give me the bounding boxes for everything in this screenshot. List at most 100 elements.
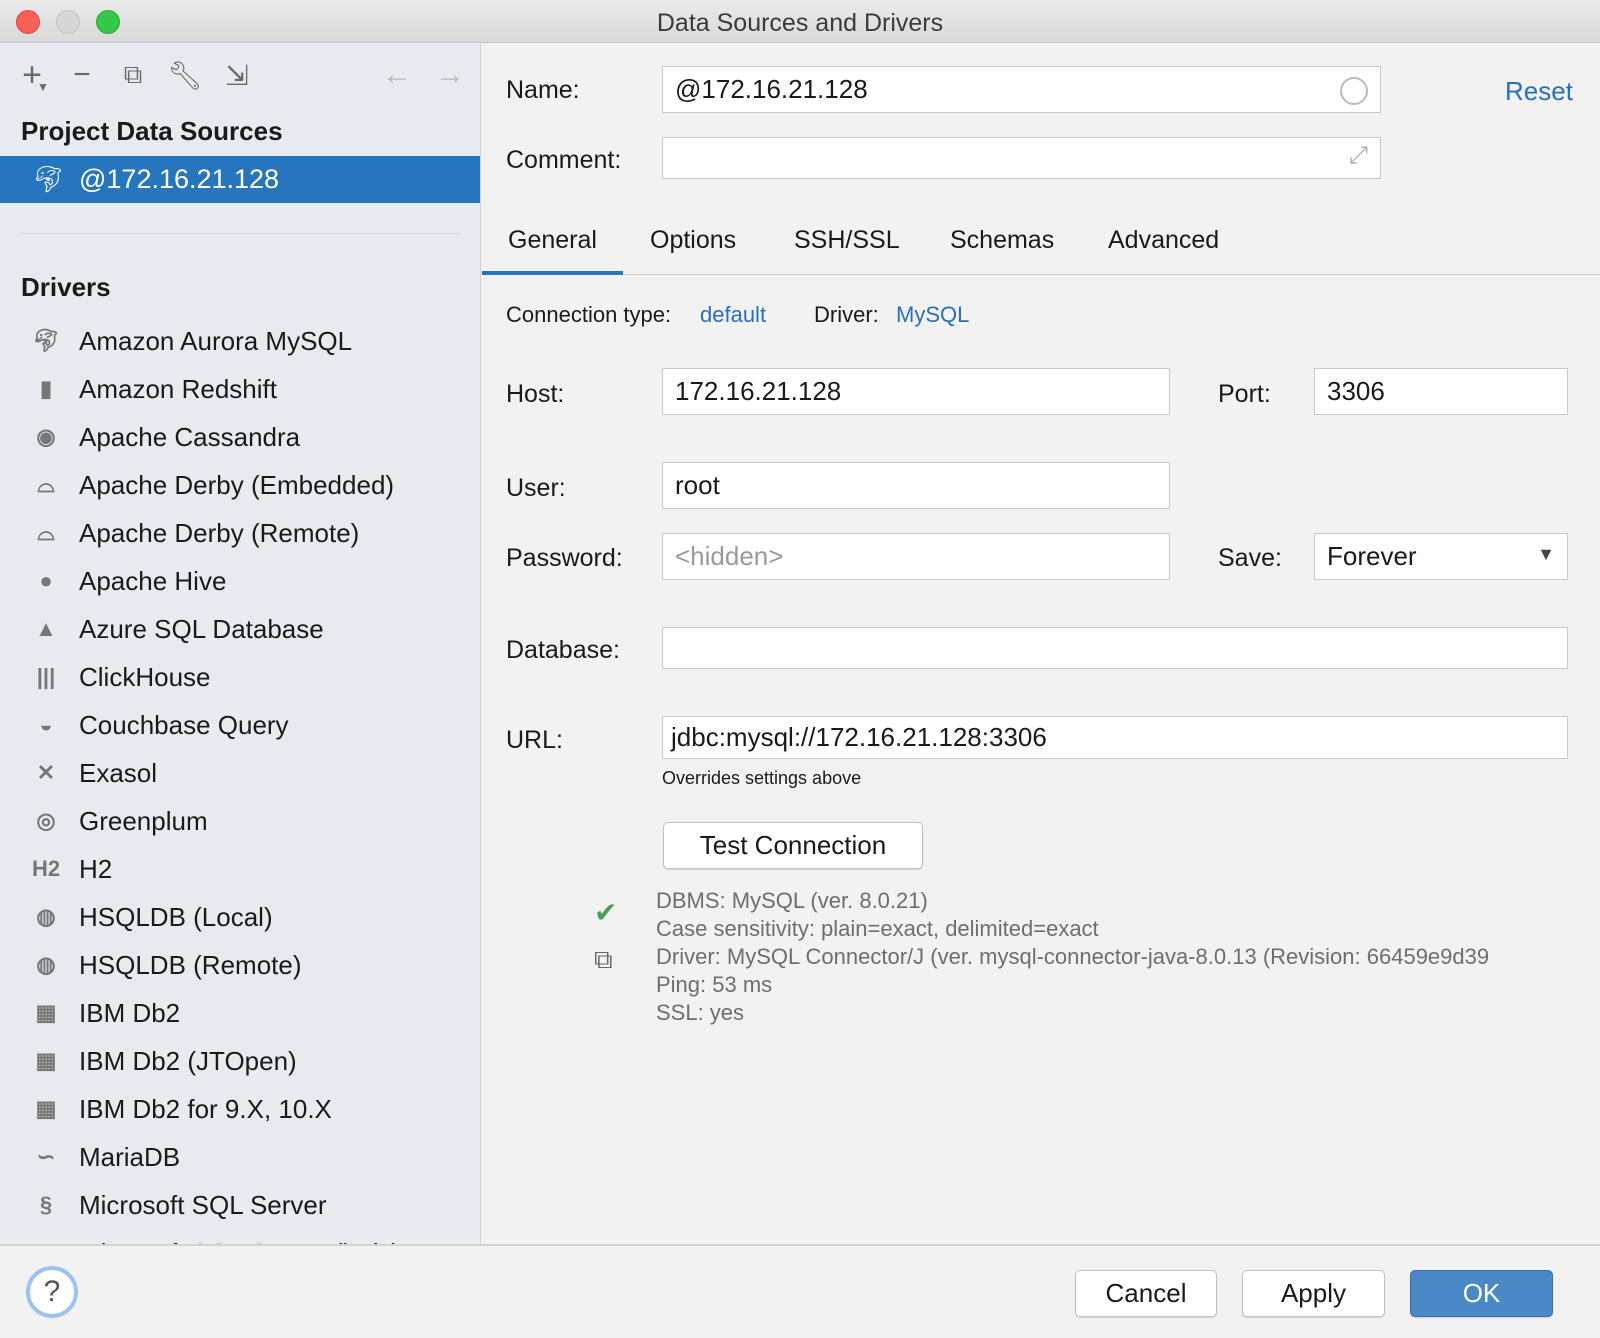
password-input[interactable]: <hidden> <box>662 533 1170 580</box>
tab-options[interactable]: Options <box>650 226 736 255</box>
driver-label: ClickHouse <box>79 661 211 692</box>
title-bar: Data Sources and Drivers <box>0 0 1600 43</box>
tab-ssh-ssl[interactable]: SSH/SSL <box>794 226 900 255</box>
remove-icon[interactable]: − <box>65 58 99 92</box>
ibm-icon: ▦ <box>35 1048 57 1073</box>
connection-type-link[interactable]: default <box>700 302 766 328</box>
driver-item[interactable]: ✕ Exasol <box>0 749 480 797</box>
driver-label: Azure SQL Database <box>79 613 324 644</box>
hat-icon: ⌓ <box>37 472 55 497</box>
ibm-icon: ▦ <box>35 1000 57 1025</box>
driver-label: Apache Hive <box>79 565 227 596</box>
driver-item[interactable]: ▦ IBM Db2 <box>0 989 480 1037</box>
driver-item[interactable]: ∽ MariaDB <box>0 1133 480 1181</box>
couchbase-icon: ◒ <box>39 712 53 737</box>
duplicate-icon[interactable]: ⧉ <box>116 58 150 92</box>
driver-label: Couchbase Query <box>79 709 289 740</box>
database-input[interactable] <box>662 627 1568 669</box>
tab-schemas[interactable]: Schemas <box>950 226 1054 255</box>
driver-item[interactable]: ▦ IBM Db2 for 9.X, 10.X <box>0 1085 480 1133</box>
url-hint: Overrides settings above <box>662 768 862 788</box>
driver-item[interactable]: ||| ClickHouse <box>0 653 480 701</box>
eye-icon: ◉ <box>36 424 56 449</box>
driver-item[interactable]: ◎ Greenplum <box>0 797 480 845</box>
azure-icon: ▲ <box>35 616 57 641</box>
forward-arrow-icon[interactable]: → <box>433 58 467 92</box>
driver-link[interactable]: MySQL <box>896 302 969 328</box>
h2-icon: H2 <box>31 856 61 881</box>
comment-input[interactable]: ⤢ <box>662 137 1381 179</box>
name-input[interactable]: @172.16.21.128 <box>662 66 1381 113</box>
driver-item[interactable]: ⌓ Apache Derby (Remote) <box>0 509 480 557</box>
driver-label: Driver: <box>814 302 879 327</box>
driver-label: Amazon Aurora MySQL <box>79 325 353 356</box>
driver-item[interactable]: ◍ HSQLDB (Remote) <box>0 941 480 989</box>
name-label: Name: <box>506 76 580 104</box>
hat-icon: ⌓ <box>37 520 55 545</box>
x-icon: ✕ <box>36 760 56 785</box>
apply-button[interactable]: Apply <box>1242 1270 1385 1317</box>
import-icon[interactable]: ⇲ <box>220 58 254 92</box>
data-source-label: @172.16.21.128 <box>79 164 280 194</box>
active-tab-indicator <box>482 271 623 275</box>
driver-label: HSQLDB (Local) <box>79 901 273 932</box>
driver-label: IBM Db2 (JTOpen) <box>79 1045 297 1076</box>
expand-icon[interactable]: ⤢ <box>1349 142 1368 170</box>
driver-label: HSQLDB (Remote) <box>79 949 302 980</box>
data-source-item-selected[interactable]: 🐬︎ @172.16.21.128 <box>0 156 480 203</box>
seal-icon: ∽ <box>36 1144 56 1169</box>
divider <box>20 233 461 234</box>
sidebar: + ▼ − ⧉ 🔧︎ ⇲ ← → Project Data Sources 🐬︎ … <box>0 44 481 1244</box>
driver-item[interactable]: § Microsoft SQL Server <box>0 1181 480 1229</box>
bars-icon: ||| <box>36 664 56 689</box>
driver-label: IBM Db2 for 9.X, 10.X <box>79 1093 332 1124</box>
port-input[interactable]: 3306 <box>1314 368 1568 415</box>
ok-button[interactable]: OK <box>1410 1270 1553 1317</box>
driver-label: IBM Db2 <box>79 997 181 1028</box>
color-circle-icon[interactable] <box>1340 77 1368 105</box>
bee-icon: ● <box>39 568 53 593</box>
redshift-icon: ▮ <box>39 376 53 401</box>
driver-item[interactable]: ● Apache Hive <box>0 557 480 605</box>
tab-general[interactable]: General <box>508 226 597 255</box>
driver-item[interactable]: 🐬︎ Amazon Aurora MySQL <box>0 317 480 365</box>
back-arrow-icon[interactable]: ← <box>380 58 414 92</box>
user-input[interactable]: root <box>662 462 1170 509</box>
url-input[interactable]: jdbc:mysql://172.16.21.128:3306 <box>662 716 1568 759</box>
add-icon[interactable]: + ▼ <box>15 56 49 95</box>
driver-item[interactable]: ◒ Couchbase Query <box>0 701 480 749</box>
driver-item[interactable]: ⌓ Apache Derby (Embedded) <box>0 461 480 509</box>
greenplum-icon: ◎ <box>36 808 56 833</box>
footer-bar: ? Cancel Apply OK <box>0 1244 1600 1338</box>
driver-label: MariaDB <box>79 1141 181 1172</box>
driver-label: Exasol <box>79 757 158 788</box>
window-title: Data Sources and Drivers <box>656 9 944 37</box>
driver-item[interactable]: ◉ Apache Cassandra <box>0 413 480 461</box>
user-label: User: <box>506 474 566 502</box>
copy-icon[interactable]: ⧉ <box>594 944 613 976</box>
driver-label: Greenplum <box>79 805 208 836</box>
driver-item[interactable]: ▲ Azure SQL Database <box>0 605 480 653</box>
wrench-icon[interactable]: 🔧︎ <box>167 58 203 92</box>
driver-item[interactable]: H2 H2 <box>0 845 480 893</box>
driver-label: Apache Derby (Remote) <box>79 517 360 548</box>
test-connection-button[interactable]: Test Connection <box>663 822 923 869</box>
tab-advanced[interactable]: Advanced <box>1108 226 1219 255</box>
result-dbms: DBMS: MySQL (ver. 8.0.21) <box>656 888 928 913</box>
driver-item[interactable]: ▦ IBM Db2 (JTOpen) <box>0 1037 480 1085</box>
dolphin-icon: 🐬︎ <box>32 164 66 194</box>
ibm-icon: ▦ <box>35 1096 57 1121</box>
help-button[interactable]: ? <box>26 1266 78 1318</box>
reset-link[interactable]: Reset <box>1505 76 1573 107</box>
driver-item[interactable]: ◍ HSQLDB (Local) <box>0 893 480 941</box>
port-label: Port: <box>1218 380 1271 408</box>
driver-item[interactable]: ▮ Amazon Redshift <box>0 365 480 413</box>
save-select[interactable]: Forever ▼ <box>1314 533 1568 580</box>
dolphin-icon: 🐬︎ <box>32 328 60 353</box>
driver-item[interactable]: §Microsoft SQL Server (jTds) <box>0 1229 480 1245</box>
host-input[interactable]: 172.16.21.128 <box>662 368 1170 415</box>
driver-label: H2 <box>79 853 113 884</box>
hsqldb-icon: ◍ <box>36 904 56 929</box>
cancel-button[interactable]: Cancel <box>1075 1270 1217 1317</box>
result-driver: Driver: MySQL Connector/J (ver. mysql-co… <box>656 944 1490 969</box>
